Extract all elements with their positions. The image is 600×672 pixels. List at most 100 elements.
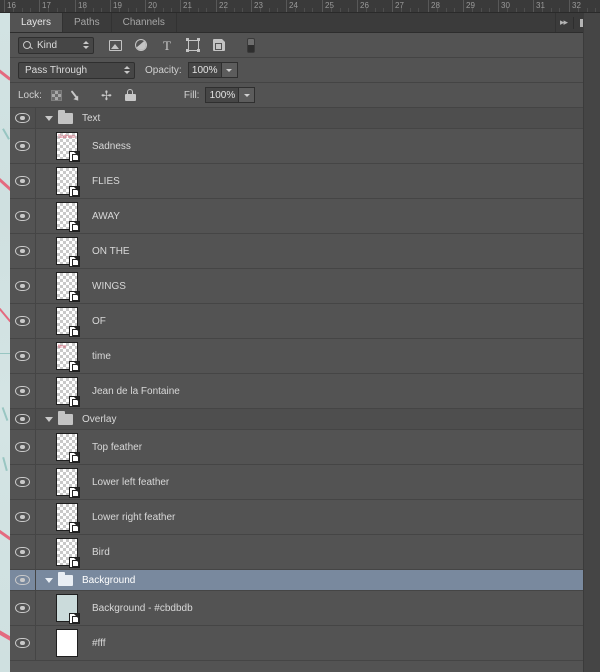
layer-name[interactable]: OF	[92, 316, 106, 327]
layer-row[interactable]: #fff	[10, 626, 600, 661]
layer-thumbnail[interactable]	[56, 594, 80, 624]
layer-name[interactable]: Lower left feather	[92, 477, 169, 488]
opacity-dropdown-icon[interactable]	[221, 62, 238, 78]
chevron-updown-icon[interactable]	[83, 41, 89, 49]
layer-filter-bar: Kind T	[10, 33, 600, 58]
layer-name[interactable]: ON THE	[92, 246, 130, 257]
ruler-major-tick	[75, 0, 76, 12]
fill-dropdown-icon[interactable]	[239, 87, 256, 103]
tab-paths[interactable]: Paths	[63, 13, 112, 32]
layer-row[interactable]: Lower left feather	[10, 465, 600, 500]
eye-icon	[15, 512, 30, 522]
ruler-tick-label: 17	[42, 1, 51, 10]
layer-visibility-toggle[interactable]	[10, 626, 36, 660]
layer-list[interactable]: Text Sadness Sadness FLIES AWAY ON THE WINGS OF…	[10, 108, 600, 671]
layer-thumbnail[interactable]	[56, 503, 80, 533]
layer-name[interactable]: WINGS	[92, 281, 126, 292]
layer-visibility-toggle[interactable]	[10, 108, 36, 128]
layer-thumbnail[interactable]	[56, 433, 80, 463]
layer-thumbnail[interactable]	[56, 538, 80, 568]
layer-name[interactable]: Background - #cbdbdb	[92, 603, 193, 614]
layer-row[interactable]: Background - #cbdbdb	[10, 591, 600, 626]
double-chevron-right-icon[interactable]: ▸▸	[560, 17, 568, 28]
layer-row[interactable]: Jean de la Fontaine	[10, 374, 600, 409]
filter-pixel-layers-icon[interactable]	[108, 38, 122, 52]
layer-row[interactable]: time time	[10, 339, 600, 374]
filter-type-layers-icon[interactable]: T	[160, 38, 174, 52]
group-expand-triangle-icon[interactable]	[45, 416, 53, 422]
layer-row[interactable]: WINGS	[10, 269, 600, 304]
layer-name[interactable]: Bird	[92, 547, 110, 558]
layer-visibility-toggle[interactable]	[10, 591, 36, 625]
ruler-major-tick	[357, 0, 358, 12]
chevron-updown-icon[interactable]	[124, 66, 130, 74]
layer-thumbnail[interactable]	[56, 272, 80, 302]
layer-visibility-toggle[interactable]	[10, 304, 36, 338]
filter-adjustment-layers-icon[interactable]	[134, 38, 148, 52]
lock-position-icon[interactable]: ✢	[100, 89, 113, 102]
layer-visibility-toggle[interactable]	[10, 164, 36, 198]
tab-channels[interactable]: Channels	[112, 13, 177, 32]
group-expand-triangle-icon[interactable]	[45, 577, 53, 583]
ruler-tick-label: 28	[431, 1, 440, 10]
layer-thumbnail[interactable]	[56, 202, 80, 232]
layer-name[interactable]: time	[92, 351, 111, 362]
lock-transparent-pixels-icon[interactable]	[50, 89, 62, 101]
folder-icon	[58, 571, 73, 586]
layer-group-row[interactable]: Overlay	[10, 409, 600, 430]
tab-layers-label: Layers	[21, 17, 52, 28]
layer-row[interactable]: FLIES	[10, 164, 600, 199]
ruler-major-tick	[180, 0, 181, 12]
filter-smart-object-layers-icon[interactable]	[212, 38, 226, 52]
filter-shape-layers-icon[interactable]	[186, 38, 200, 52]
layer-name[interactable]: Sadness	[92, 141, 131, 152]
layer-thumbnail[interactable]	[56, 167, 80, 197]
layer-name[interactable]: Top feather	[92, 442, 142, 453]
layer-visibility-toggle[interactable]	[10, 199, 36, 233]
layer-visibility-toggle[interactable]	[10, 339, 36, 373]
layer-thumbnail[interactable]	[56, 468, 80, 498]
smart-object-badge-icon	[69, 452, 80, 463]
filter-enable-toggle[interactable]	[244, 37, 258, 53]
fill-input[interactable]: 100%	[205, 87, 240, 103]
layer-visibility-toggle[interactable]	[10, 269, 36, 303]
layer-name[interactable]: #fff	[92, 638, 106, 649]
layer-visibility-toggle[interactable]	[10, 234, 36, 268]
layer-group-row[interactable]: Text	[10, 108, 600, 129]
smart-object-badge-corner	[74, 558, 79, 563]
layer-visibility-toggle[interactable]	[10, 409, 36, 429]
layer-row[interactable]: ON THE	[10, 234, 600, 269]
layer-group-row[interactable]: Background	[10, 570, 600, 591]
panel-right-gutter	[583, 13, 600, 672]
layer-name[interactable]: AWAY	[92, 211, 120, 222]
layer-thumbnail[interactable]	[56, 377, 80, 407]
layer-visibility-toggle[interactable]	[10, 535, 36, 569]
layer-thumbnail[interactable]: time	[56, 342, 80, 372]
layer-visibility-toggle[interactable]	[10, 465, 36, 499]
layer-name[interactable]: FLIES	[92, 176, 120, 187]
layer-visibility-toggle[interactable]	[10, 430, 36, 464]
layer-visibility-toggle[interactable]	[10, 374, 36, 408]
layer-row[interactable]: Sadness Sadness	[10, 129, 600, 164]
layer-row[interactable]: AWAY	[10, 199, 600, 234]
layer-name[interactable]: Jean de la Fontaine	[92, 386, 180, 397]
group-expand-triangle-icon[interactable]	[45, 115, 53, 121]
layer-thumbnail[interactable]	[56, 237, 80, 267]
layer-row[interactable]: Lower right feather	[10, 500, 600, 535]
layer-row[interactable]: OF	[10, 304, 600, 339]
lock-all-icon[interactable]	[124, 89, 136, 101]
tab-layers[interactable]: Layers	[10, 13, 64, 32]
blend-mode-select[interactable]: Pass Through	[18, 61, 135, 79]
layer-row[interactable]: Top feather	[10, 430, 600, 465]
layer-thumbnail[interactable]	[56, 307, 80, 337]
layer-thumbnail[interactable]	[56, 629, 78, 657]
layer-visibility-toggle[interactable]	[10, 570, 36, 590]
lock-image-pixels-icon[interactable]	[74, 88, 88, 102]
opacity-input[interactable]: 100%	[187, 62, 222, 78]
layer-thumbnail[interactable]: Sadness	[56, 132, 80, 162]
layer-visibility-toggle[interactable]	[10, 500, 36, 534]
layer-name[interactable]: Lower right feather	[92, 512, 175, 523]
filter-kind-select[interactable]: Kind	[18, 36, 94, 54]
layer-visibility-toggle[interactable]	[10, 129, 36, 163]
layer-row[interactable]: Bird	[10, 535, 600, 570]
